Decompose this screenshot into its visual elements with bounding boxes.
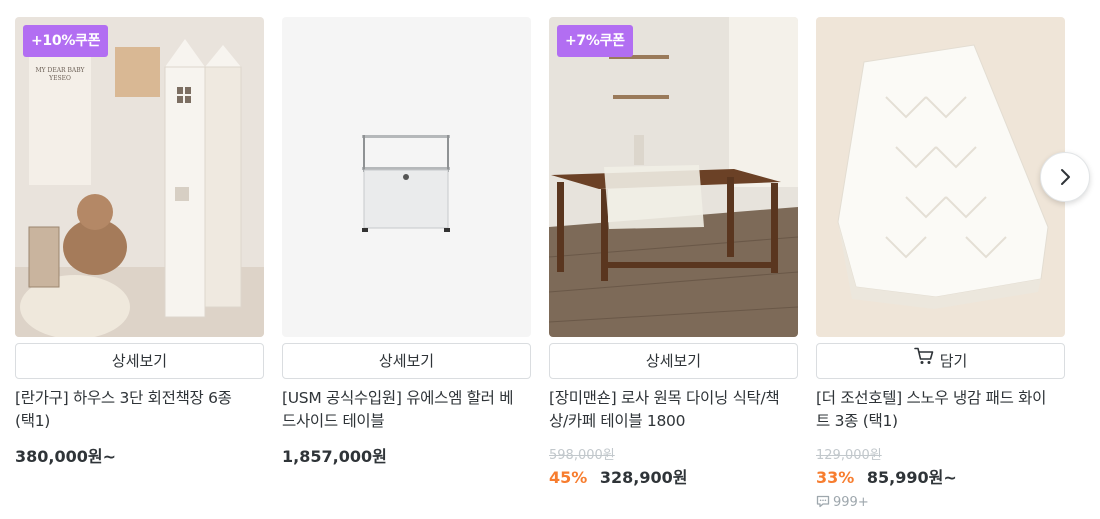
original-price: 129,000원 <box>816 448 882 463</box>
product-carousel: MY DEAR BABY YESEO +10%쿠폰 상세보기 [란가구] 하우스 <box>15 17 1100 519</box>
add-to-cart-button[interactable]: 담기 <box>816 343 1065 379</box>
product-card[interactable]: 상세보기 [USM 공식수입원] 유에스엠 할러 베드사이드 테이블 1,857… <box>282 17 531 466</box>
discount-rate: 33% <box>816 468 855 487</box>
details-button[interactable]: 상세보기 <box>15 343 264 379</box>
coupon-badge: +10%쿠폰 <box>23 25 109 57</box>
price-row: 45% 328,900원 <box>549 464 687 488</box>
original-price: 598,000원 <box>549 448 615 463</box>
product-image[interactable]: +7%쿠폰 <box>549 17 798 337</box>
svg-text:YESEO: YESEO <box>48 75 71 82</box>
product-image[interactable] <box>816 17 1065 337</box>
product-price: 1,857,000원 <box>282 447 387 466</box>
add-to-cart-label: 담기 <box>939 352 968 370</box>
cart-icon <box>913 343 934 377</box>
svg-text:MY DEAR BABY: MY DEAR BABY <box>36 67 86 74</box>
product-price: 85,990원~ <box>866 468 957 487</box>
review-count: 999+ <box>816 495 869 510</box>
product-title[interactable]: [란가구] 하우스 3단 회전책장 6종 (택1) <box>15 387 255 433</box>
product-image[interactable]: MY DEAR BABY YESEO +10%쿠폰 <box>15 17 264 337</box>
product-title[interactable]: [장미맨숀] 로사 원목 다이닝 식탁/책상/카페 테이블 1800 <box>549 387 789 433</box>
product-card[interactable]: +7%쿠폰 상세보기 [장미맨숀] 로사 원목 다이닝 식탁/책상/카페 테이블… <box>549 17 798 487</box>
product-title[interactable]: [USM 공식수입원] 유에스엠 할러 베드사이드 테이블 <box>282 387 522 433</box>
details-button[interactable]: 상세보기 <box>282 343 531 379</box>
carousel-next-button[interactable] <box>1040 152 1090 202</box>
discount-rate: 45% <box>549 468 588 487</box>
product-card[interactable]: 담기 [더 조선호텔] 스노우 냉감 패드 화이트 3종 (택1) 129,00… <box>816 17 1065 510</box>
product-card[interactable]: MY DEAR BABY YESEO +10%쿠폰 상세보기 [란가구] 하우스 <box>15 17 264 466</box>
coupon-badge: +7%쿠폰 <box>557 25 633 57</box>
price-row: 33% 85,990원~ <box>816 464 957 488</box>
chevron-right-icon <box>1061 169 1070 185</box>
product-title[interactable]: [더 조선호텔] 스노우 냉감 패드 화이트 3종 (택1) <box>816 387 1056 433</box>
review-count-value: 999+ <box>833 495 869 510</box>
product-price: 328,900원 <box>599 468 688 487</box>
comment-icon <box>816 495 830 508</box>
product-image[interactable] <box>282 17 531 337</box>
product-price: 380,000원~ <box>15 447 117 466</box>
details-button[interactable]: 상세보기 <box>549 343 798 379</box>
